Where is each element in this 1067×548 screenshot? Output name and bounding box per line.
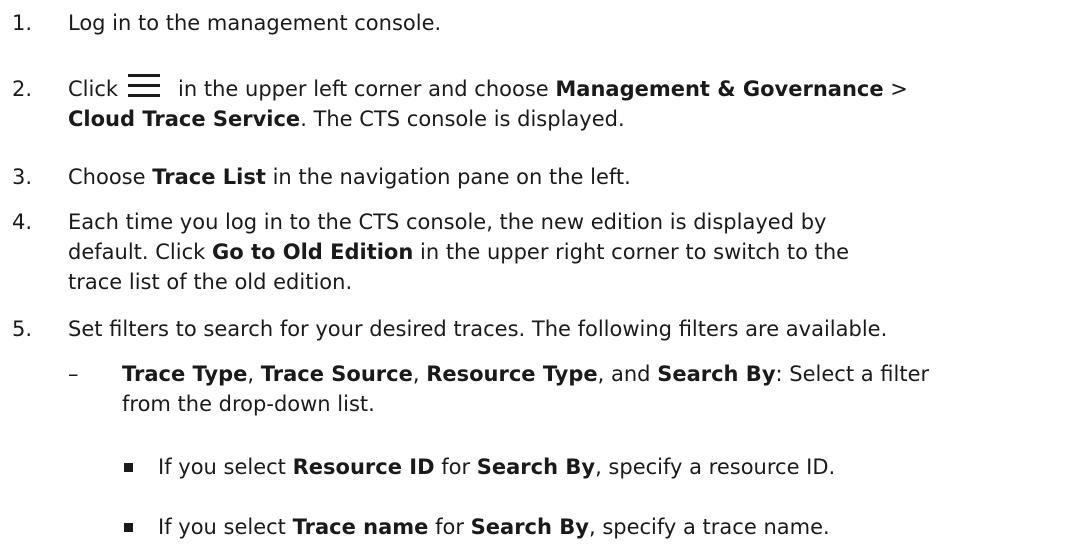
filter-sub-text: Trace Type, Trace Source, Resource Type,… [122,359,1067,419]
trace-source-label: Trace Source [260,362,413,386]
step-text: Each time you log in to the CTS console,… [68,207,1067,297]
bullet-pre: If you select [158,455,286,479]
step-number: 2. [12,77,33,101]
step-text-line3: trace list of the old edition. [68,270,353,294]
step-text-line1: Each time you log in to the CTS console,… [68,210,827,234]
step-text-pre: Choose [68,165,146,189]
and-text: , and [597,362,651,386]
menu-icon [128,74,161,98]
bullet-text: If you select Resource ID for Search By,… [158,452,1067,482]
step-text-post: in the navigation pane on the left. [272,165,631,189]
step-number: 4. [12,210,33,234]
menu-path-separator: > [890,77,908,101]
step-text: Set filters to search for your desired t… [68,317,888,341]
filter-rest-text: : Select a filter [775,362,930,386]
step-text-post: in the upper right corner to switch to t… [420,240,850,264]
comma: , [412,362,420,386]
step-text: Log in to the management console. [68,11,442,35]
filter-line2: from the drop-down list. [122,392,375,416]
menu-path-management: Management & Governance [555,77,884,101]
trace-type-label: Trace Type [122,362,248,386]
go-to-old-edition-label: Go to Old Edition [211,240,414,264]
bullet-post: , specify a resource ID. [595,455,836,479]
step-number: 3. [12,165,33,189]
step-text: Click in the upper left corner and choose… [68,74,1067,134]
search-by-label: Search By [476,455,596,479]
dash-marker: – [68,362,79,386]
resource-id-label: Resource ID [292,455,435,479]
bullet-mid: for [435,515,464,539]
step-text-pre: default. Click [68,240,206,264]
step-text-tail: . The CTS console is displayed. [300,107,625,131]
step-number: 5. [12,317,33,341]
trace-list-label: Trace List [152,165,266,189]
square-bullet-icon [124,523,133,532]
step-number: 1. [12,11,33,35]
step-text-mid: in the upper left corner and choose [178,77,549,101]
bullet-mid: for [441,455,471,479]
trace-name-label: Trace name [292,515,429,539]
search-by-label: Search By [470,515,589,539]
resource-type-label: Resource Type [426,362,598,386]
procedure-document: 1. Log in to the management console. 2. … [0,0,1067,548]
square-bullet-icon [124,463,133,472]
menu-path-cts: Cloud Trace Service [68,107,301,131]
step-text: Choose Trace List in the navigation pane… [68,162,1067,192]
bullet-pre: If you select [158,515,286,539]
bullet-text: If you select Trace name for Search By, … [158,512,1067,542]
bullet-post: , specify a trace name. [588,515,830,539]
click-word: Click [68,77,119,101]
comma: , [247,362,255,386]
search-by-label: Search By [657,362,776,386]
